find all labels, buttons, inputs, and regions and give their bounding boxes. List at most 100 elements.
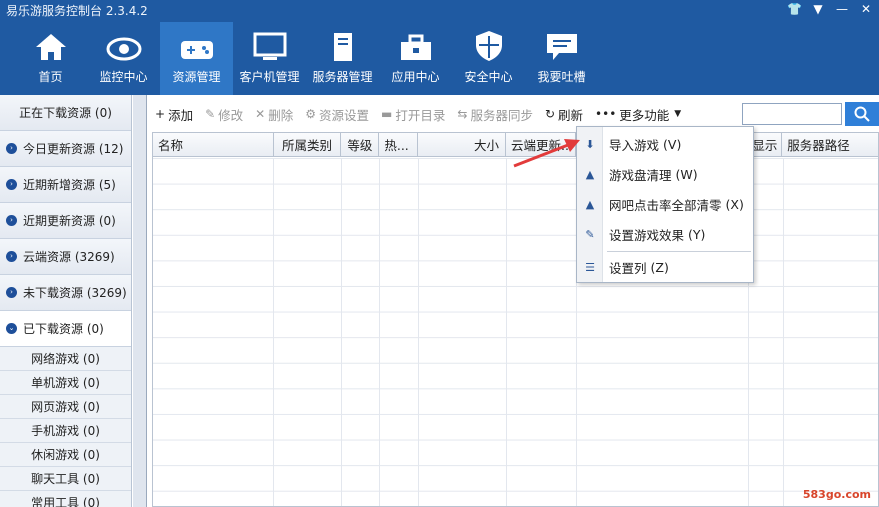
sidebar-subitem-label: 常用工具 (0) bbox=[31, 496, 100, 507]
refresh-label: 刷新 bbox=[558, 107, 584, 123]
sidebar-item-recent-added[interactable]: › 近期新增资源 (5) bbox=[0, 167, 131, 203]
menu-item-shortcut: (W) bbox=[675, 166, 698, 182]
edit-button[interactable]: ✎ 修改 bbox=[205, 105, 243, 124]
sidebar-subitem-single-games[interactable]: 单机游戏 (0) bbox=[0, 371, 131, 395]
menu-item-import-game[interactable]: ⬇ 导入游戏 (V) bbox=[577, 131, 755, 157]
add-label: 添加 bbox=[168, 107, 194, 123]
sidebar-item-label: 今日更新资源 (12) bbox=[23, 142, 124, 156]
sidebar-item-downloading[interactable]: 正在下载资源 (0) bbox=[0, 95, 131, 131]
collapse-icon[interactable]: ⌄ bbox=[6, 323, 17, 334]
menu-item-set-columns[interactable]: ☰ 设置列 (Z) bbox=[577, 254, 755, 280]
nav-apps[interactable]: 应用中心 bbox=[379, 22, 452, 95]
sidebar-item-not-downloaded[interactable]: › 未下载资源 (3269) bbox=[0, 275, 131, 311]
sidebar-subitem-label: 手机游戏 (0) bbox=[31, 424, 100, 438]
resource-sidebar: 正在下载资源 (0) › 今日更新资源 (12) › 近期新增资源 (5) › 近期更… bbox=[0, 95, 132, 507]
nav-label: 安全中心 bbox=[464, 70, 513, 84]
menu-item-clean-disk[interactable]: ▲ 游戏盘清理 (W) bbox=[577, 161, 755, 187]
sidebar-subitem-label: 聊天工具 (0) bbox=[31, 472, 100, 486]
more-functions-button[interactable]: ••• 更多功能 ▼ bbox=[595, 105, 681, 124]
sidebar-subitem-label: 休闲游戏 (0) bbox=[31, 448, 100, 462]
nav-label: 我要吐槽 bbox=[537, 70, 586, 84]
search-button[interactable] bbox=[845, 102, 879, 126]
monitor-icon bbox=[253, 32, 286, 60]
refresh-icon: ↻ bbox=[544, 107, 556, 121]
sidebar-subitem-casual-games[interactable]: 休闲游戏 (0) bbox=[0, 443, 131, 467]
menu-item-label: 设置游戏效果 bbox=[609, 227, 685, 243]
column-divider bbox=[341, 158, 342, 506]
open-directory-label: 打开目录 bbox=[395, 107, 446, 123]
app-header: 易乐游服务控制台 2.3.4.2 👕 ▼ — ✕ 首页 监控中心 资源管理 客户… bbox=[0, 0, 879, 95]
nav-resources[interactable]: 资源管理 bbox=[160, 22, 233, 95]
sidebar-subitem-chat-tools[interactable]: 聊天工具 (0) bbox=[0, 467, 131, 491]
menu-item-shortcut: (Z) bbox=[650, 259, 669, 275]
home-icon bbox=[35, 34, 66, 60]
add-button[interactable]: + 添加 bbox=[155, 105, 193, 124]
resource-settings-button[interactable]: ⚙ 资源设置 bbox=[305, 105, 369, 124]
menu-item-label: 网吧点击率全部清零 bbox=[609, 197, 722, 213]
column-header-level[interactable]: 等级 bbox=[341, 133, 380, 156]
menu-dropdown-icon[interactable]: ▼ bbox=[811, 2, 825, 16]
gamepad-icon bbox=[180, 41, 213, 59]
window-controls: 👕 ▼ — ✕ bbox=[787, 2, 873, 16]
server-icon bbox=[333, 33, 352, 61]
delete-button[interactable]: ✕ 删除 bbox=[255, 105, 293, 124]
column-header-size[interactable]: 大小 bbox=[418, 133, 507, 156]
nav-security[interactable]: 安全中心 bbox=[452, 22, 525, 95]
column-header-server-path[interactable]: 服务器路径 bbox=[782, 133, 878, 156]
wrench-icon: ⚙ bbox=[305, 107, 316, 121]
search-input[interactable] bbox=[742, 103, 842, 125]
chevron-down-icon: ▼ bbox=[674, 109, 682, 119]
nav-servers[interactable]: 服务器管理 bbox=[306, 22, 379, 95]
shield-icon bbox=[475, 31, 502, 61]
nav-label: 资源管理 bbox=[172, 70, 221, 84]
nav-home[interactable]: 首页 bbox=[14, 22, 87, 95]
expand-icon[interactable]: › bbox=[6, 251, 17, 262]
menu-item-game-effects[interactable]: ✎ 设置游戏效果 (Y) bbox=[577, 221, 755, 247]
open-directory-button[interactable]: ▬ 打开目录 bbox=[381, 105, 445, 124]
expand-icon[interactable]: › bbox=[6, 143, 17, 154]
nav-label: 应用中心 bbox=[391, 70, 440, 84]
sidebar-subitem-common-tools[interactable]: 常用工具 (0) bbox=[0, 491, 131, 507]
sidebar-subitem-mobile-games[interactable]: 手机游戏 (0) bbox=[0, 419, 131, 443]
nav-clients[interactable]: 客户机管理 bbox=[233, 22, 306, 95]
window-title: 易乐游服务控制台 2.3.4.2 bbox=[6, 3, 148, 18]
column-header-category[interactable]: 所属类别 bbox=[274, 133, 342, 156]
sidebar-subitem-label: 单机游戏 (0) bbox=[31, 376, 100, 390]
sidebar-subitem-web-games[interactable]: 网页游戏 (0) bbox=[0, 395, 131, 419]
nav-monitor[interactable]: 监控中心 bbox=[87, 22, 160, 95]
sidebar-item-label: 近期更新资源 (0) bbox=[23, 214, 116, 228]
refresh-button[interactable]: ↻ 刷新 bbox=[545, 105, 583, 124]
menu-item-shortcut: (V) bbox=[663, 136, 682, 152]
sidebar-subitem-label: 网页游戏 (0) bbox=[31, 400, 100, 414]
annotation-arrow-icon bbox=[513, 139, 580, 168]
menu-item-shortcut: (Y) bbox=[688, 226, 706, 242]
sidebar-item-cloud[interactable]: › 云端资源 (3269) bbox=[0, 239, 131, 275]
expand-icon[interactable]: › bbox=[6, 215, 17, 226]
sidebar-item-today-updated[interactable]: › 今日更新资源 (12) bbox=[0, 131, 131, 167]
panel-splitter[interactable] bbox=[133, 95, 147, 507]
delete-icon: ✕ bbox=[255, 107, 266, 121]
nav-label: 客户机管理 bbox=[239, 70, 300, 84]
main-nav: 首页 监控中心 资源管理 客户机管理 服务器管理 应用中心 安全中心 我要吐槽 bbox=[0, 22, 598, 95]
delete-label: 删除 bbox=[268, 107, 294, 123]
pencil-icon: ✎ bbox=[205, 107, 216, 121]
expand-icon[interactable]: › bbox=[6, 287, 17, 298]
nav-feedback[interactable]: 我要吐槽 bbox=[525, 22, 598, 95]
chat-icon bbox=[546, 34, 577, 60]
column-header-hot[interactable]: 热... bbox=[379, 133, 419, 156]
menu-item-reset-clicks[interactable]: ▲ 网吧点击率全部清零 (X) bbox=[577, 191, 755, 217]
folder-icon: ▬ bbox=[381, 107, 393, 121]
minimize-icon[interactable]: — bbox=[835, 2, 849, 16]
skin-icon[interactable]: 👕 bbox=[787, 2, 802, 16]
expand-icon[interactable]: › bbox=[6, 179, 17, 190]
edit-label: 修改 bbox=[218, 107, 244, 123]
sidebar-item-downloaded[interactable]: ⌄ 已下载资源 (0) bbox=[0, 311, 131, 347]
column-header-name[interactable]: 名称 bbox=[153, 133, 274, 156]
plus-icon: + bbox=[155, 107, 166, 121]
resource-table: 名称 所属类别 等级 热... 大小 云端更新... 显示 服务器路径 bbox=[152, 132, 879, 507]
sidebar-subitem-online-games[interactable]: 网络游戏 (0) bbox=[0, 347, 131, 371]
server-sync-button[interactable]: ⇆ 服务器同步 bbox=[457, 105, 533, 124]
search-icon bbox=[854, 106, 870, 122]
close-icon[interactable]: ✕ bbox=[859, 2, 873, 16]
sidebar-item-recent-updated[interactable]: › 近期更新资源 (0) bbox=[0, 203, 131, 239]
